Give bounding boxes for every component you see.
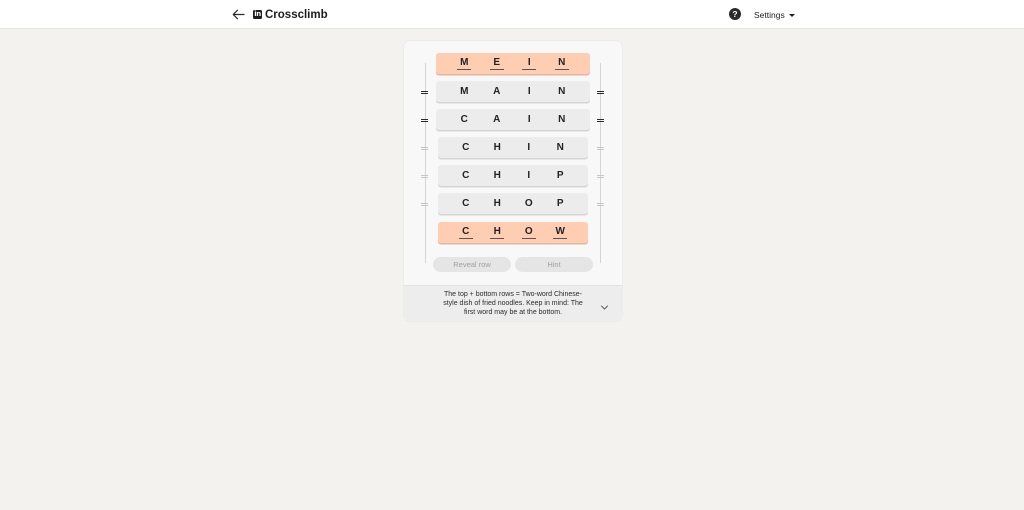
letter-cell: C bbox=[462, 169, 470, 181]
letter-cell: C bbox=[462, 197, 470, 209]
equals-icon bbox=[597, 91, 604, 94]
equals-icon bbox=[597, 175, 604, 178]
letter-cell: P bbox=[556, 197, 564, 209]
word-row[interactable]: M A I N bbox=[436, 81, 590, 102]
question-icon: ? bbox=[732, 9, 738, 19]
brand: in Crossclimb bbox=[253, 7, 328, 22]
letter-cell: O bbox=[524, 197, 533, 209]
letter-cell: I bbox=[522, 57, 537, 70]
chevron-down-icon bbox=[601, 305, 608, 310]
arrow-left-icon bbox=[232, 9, 245, 19]
reveal-row-button[interactable]: Reveal row bbox=[433, 257, 511, 272]
top-bar: in Crossclimb ? Settings bbox=[0, 0, 1024, 29]
letter-cell: W bbox=[553, 226, 568, 239]
word-row-top[interactable]: M E I N bbox=[436, 53, 590, 74]
settings-button[interactable]: Settings bbox=[754, 8, 795, 22]
clue-panel: The top + bottom rows = Two-word Chinese… bbox=[404, 285, 622, 321]
letter-cell: H bbox=[493, 197, 501, 209]
help-button[interactable]: ? bbox=[729, 8, 741, 20]
letter-cell: P bbox=[556, 169, 564, 181]
back-button[interactable] bbox=[230, 6, 246, 22]
game-board: M E I N M A I N C A I N C H I N C H I P … bbox=[404, 41, 622, 321]
letter-cell: O bbox=[521, 226, 536, 239]
letter-cell: I bbox=[527, 85, 531, 97]
letter-cell: C bbox=[460, 113, 468, 125]
word-row[interactable]: C A I N bbox=[436, 109, 590, 130]
equals-icon bbox=[421, 119, 428, 122]
equals-icon bbox=[597, 203, 604, 206]
letter-cell: H bbox=[490, 226, 505, 239]
letter-cell: H bbox=[493, 141, 501, 153]
letter-cell: I bbox=[527, 169, 531, 181]
equals-icon bbox=[597, 147, 604, 150]
equals-icon bbox=[421, 91, 428, 94]
settings-label: Settings bbox=[754, 10, 785, 20]
letter-cell: N bbox=[554, 57, 569, 70]
hint-button[interactable]: Hint bbox=[515, 257, 593, 272]
letter-cell: H bbox=[493, 169, 501, 181]
letter-cell: N bbox=[558, 85, 566, 97]
word-row[interactable]: C H O P bbox=[438, 193, 588, 214]
game-title: Crossclimb bbox=[265, 8, 328, 21]
equals-icon bbox=[421, 203, 428, 206]
letter-cell: I bbox=[527, 113, 531, 125]
letter-cell: A bbox=[493, 113, 501, 125]
linkedin-logo-icon: in bbox=[253, 10, 262, 19]
letter-cell: E bbox=[489, 57, 504, 70]
word-row[interactable]: C H I N bbox=[438, 137, 588, 158]
letter-cell: C bbox=[458, 226, 473, 239]
equals-icon bbox=[421, 147, 428, 150]
equals-icon bbox=[597, 119, 604, 122]
word-row-bottom[interactable]: C H O W bbox=[438, 222, 588, 243]
expand-clue-button[interactable] bbox=[600, 299, 609, 310]
word-row[interactable]: C H I P bbox=[438, 165, 588, 186]
letter-cell: N bbox=[558, 113, 566, 125]
letter-cell: A bbox=[493, 85, 501, 97]
letter-cell: C bbox=[462, 141, 470, 153]
letter-cell: M bbox=[460, 85, 469, 97]
letter-cell: N bbox=[556, 141, 564, 153]
equals-icon bbox=[421, 175, 428, 178]
letter-cell: I bbox=[527, 141, 531, 153]
letter-cell: M bbox=[457, 57, 472, 70]
caret-down-icon bbox=[788, 13, 795, 17]
clue-text: The top + bottom rows = Two-word Chinese… bbox=[443, 291, 583, 316]
